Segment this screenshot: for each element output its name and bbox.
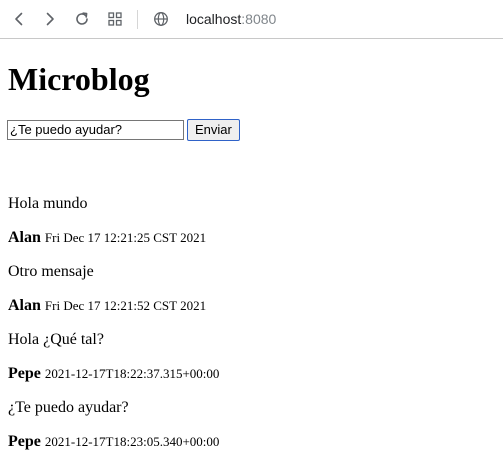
post-meta: Alan Fri Dec 17 12:21:25 CST 2021 (8, 223, 495, 257)
apps-grid-icon (108, 12, 122, 26)
message-feed: Hola mundo Alan Fri Dec 17 12:21:25 CST … (8, 189, 495, 461)
post-date: Fri Dec 17 12:21:25 CST 2021 (44, 230, 207, 245)
address-host: localhost (186, 11, 242, 27)
page-title: Microblog (8, 61, 150, 97)
post-author: Alan (8, 229, 41, 246)
post-meta: Pepe 2021-12-17T18:22:37.315+00:00 (8, 359, 495, 393)
reload-icon (76, 12, 88, 25)
post-author: Pepe (8, 433, 41, 450)
message-input[interactable] (7, 119, 184, 140)
list-item: ¿Te puedo ayudar? Pepe 2021-12-17T18:23:… (8, 393, 495, 461)
post-date: 2021-12-17T18:23:05.340+00:00 (44, 434, 220, 449)
address-port: :8080 (241, 11, 277, 27)
post-meta: Pepe 2021-12-17T18:23:05.340+00:00 (8, 427, 495, 461)
toolbar-separator (137, 10, 138, 29)
list-item: Hola mundo Alan Fri Dec 17 12:21:25 CST … (8, 189, 495, 257)
reload-button[interactable] (70, 7, 94, 31)
arrow-right-icon (46, 12, 54, 26)
address-bar[interactable]: localhost:8080 (186, 10, 276, 29)
post-meta: Alan Fri Dec 17 12:21:52 CST 2021 (8, 291, 495, 325)
globe-icon (154, 12, 168, 26)
arrow-left-icon (15, 12, 23, 26)
site-info-button[interactable] (149, 7, 173, 31)
list-item: Otro mensaje Alan Fri Dec 17 12:21:52 CS… (8, 257, 495, 325)
send-button[interactable]: Enviar (187, 118, 240, 141)
post-text: ¿Te puedo ayudar? (8, 399, 129, 416)
post-text: Otro mensaje (8, 263, 94, 280)
forward-button[interactable] (38, 7, 62, 31)
message-composer: Enviar (7, 118, 240, 141)
back-button[interactable] (7, 7, 31, 31)
list-item: Hola ¿Qué tal? Pepe 2021-12-17T18:22:37.… (8, 325, 495, 393)
post-text: Hola mundo (8, 195, 88, 212)
post-date: 2021-12-17T18:22:37.315+00:00 (44, 366, 220, 381)
post-author: Alan (8, 297, 41, 314)
post-date: Fri Dec 17 12:21:52 CST 2021 (44, 298, 207, 313)
apps-button[interactable] (103, 7, 127, 31)
browser-toolbar: localhost:8080 (0, 0, 503, 39)
post-author: Pepe (8, 365, 41, 382)
post-text: Hola ¿Qué tal? (8, 331, 104, 348)
